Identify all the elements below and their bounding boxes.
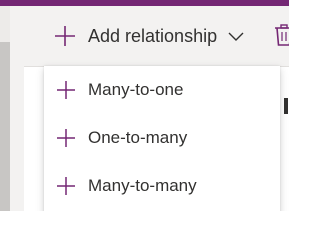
left-scrollbar[interactable] [0,6,10,211]
menu-item-label: Many-to-one [88,80,184,99]
plus-icon [57,129,75,147]
menu-item-many-to-one[interactable]: Many-to-one [44,66,280,114]
add-relationship-menu: Many-to-one One-to-many Many-to-many [44,66,280,211]
menu-item-many-to-many[interactable]: Many-to-many [44,162,280,210]
command-bar: Add relationship [24,6,289,67]
scrollbar-track-top [0,6,10,42]
add-relationship-button[interactable]: Add relationship [54,16,245,56]
menu-item-label: Many-to-many [88,176,197,195]
plus-icon [55,26,75,46]
trash-icon[interactable] [274,24,289,46]
app-window: Add relationship Many-to-one One-to-many… [0,0,289,211]
plus-icon [57,177,75,195]
menu-item-one-to-many[interactable]: One-to-many [44,114,280,162]
menu-item-label: One-to-many [88,128,188,147]
plus-icon [57,81,75,99]
add-relationship-label: Add relationship [88,25,218,46]
content-edge-mark [284,98,288,114]
chevron-down-icon[interactable] [227,27,245,45]
